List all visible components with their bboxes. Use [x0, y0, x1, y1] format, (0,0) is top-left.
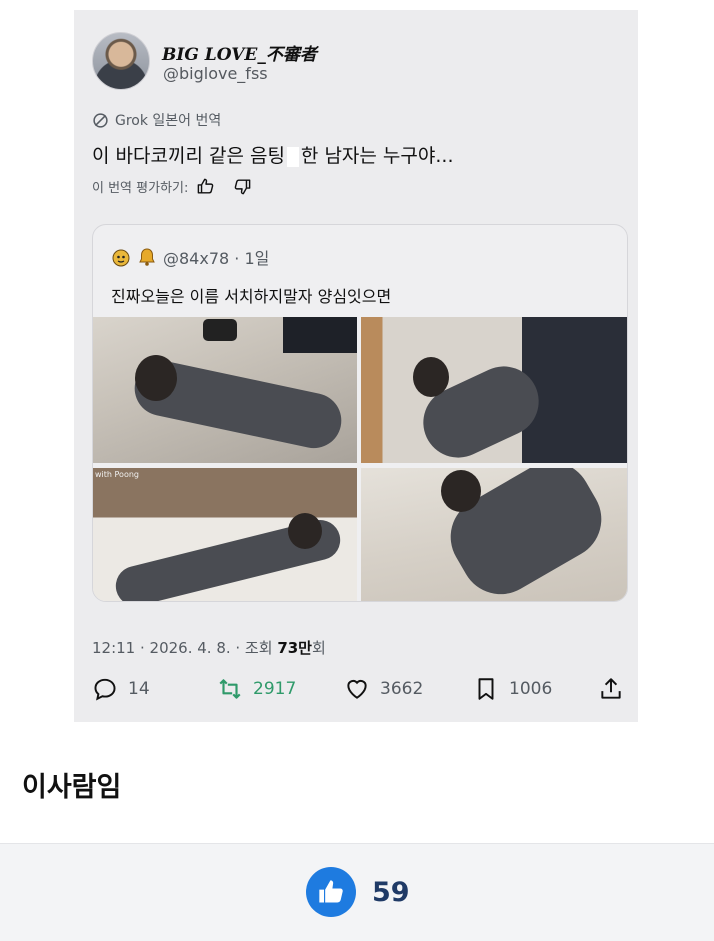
quoted-post-text: 진짜오늘은 이름 서치하지말자 양심잇으면	[111, 287, 392, 306]
quoted-post[interactable]: @84x78 · 1일 진짜오늘은 이름 서치하지말자 양심잇으면 with P…	[92, 224, 628, 602]
user-handle[interactable]: @biglove_fss	[163, 64, 268, 83]
view-suffix: 회	[312, 639, 326, 657]
heart-icon	[347, 679, 367, 699]
share-button[interactable]	[598, 676, 624, 702]
reply-count: 14	[128, 679, 150, 699]
recommend-count: 59	[372, 877, 410, 908]
repost-icon	[219, 679, 241, 699]
like-footer: 59	[0, 843, 714, 941]
post-meta: 12:11 · 2026. 4. 8. · 조회 73만회	[92, 637, 326, 658]
rate-translation-label: 이 번역 평가하기:	[92, 181, 189, 196]
grok-label-text: Grok 일본어 번역	[115, 113, 222, 129]
quoted-post-header: @84x78 · 1일	[111, 245, 269, 269]
photo-2[interactable]	[361, 317, 627, 463]
bookmark-icon	[478, 678, 494, 700]
censor-block	[286, 146, 299, 167]
thumbs-up-icon[interactable]	[196, 177, 215, 196]
grok-icon	[93, 112, 108, 128]
emoji-face-icon	[112, 249, 130, 267]
share-icon	[601, 678, 621, 699]
post-text-part1: 이 바다코끼리 같은 음팅	[92, 145, 285, 167]
repost-count: 2917	[253, 679, 297, 699]
recommend-button[interactable]	[306, 867, 356, 917]
bookmark-button[interactable]: 1006	[473, 676, 552, 702]
quoted-handle-time: @84x78 · 1일	[163, 249, 270, 268]
like-button[interactable]: 3662	[344, 676, 423, 702]
display-name[interactable]: BIG LOVE_不審者	[162, 40, 317, 65]
rate-translation-row: 이 번역 평가하기:	[92, 177, 252, 196]
grok-translation-label[interactable]: Grok 일본어 번역	[92, 110, 221, 130]
post-text: 이 바다코끼리 같은 음팅 한 남자는 누구야...	[92, 141, 453, 168]
post-text-part2: 한 남자는 누구야...	[300, 145, 454, 167]
thumbs-down-icon[interactable]	[233, 177, 252, 196]
photo-overlay-text: with Poong	[95, 470, 139, 479]
bookmark-count: 1006	[509, 679, 553, 699]
like-count: 3662	[380, 679, 424, 699]
bell-icon	[139, 248, 155, 266]
post-timestamp: 12:11 · 2026. 4. 8. · 조회	[92, 639, 278, 657]
action-bar: 14 2917 3662 1006	[92, 676, 622, 704]
reply-button[interactable]: 14	[92, 676, 150, 702]
photo-4[interactable]	[361, 468, 627, 601]
avatar[interactable]	[92, 32, 150, 90]
comment-text: 이사람임	[22, 772, 122, 803]
view-count: 73만	[277, 639, 312, 657]
like-thumb-icon	[319, 880, 343, 903]
photo-1[interactable]	[93, 317, 357, 463]
repost-button[interactable]: 2917	[217, 676, 296, 702]
reply-icon	[94, 678, 116, 701]
embedded-tweet-screenshot: BIG LOVE_不審者 @biglove_fss Grok 일본어 번역 이 …	[74, 10, 638, 722]
photo-3[interactable]: with Poong	[93, 468, 357, 601]
